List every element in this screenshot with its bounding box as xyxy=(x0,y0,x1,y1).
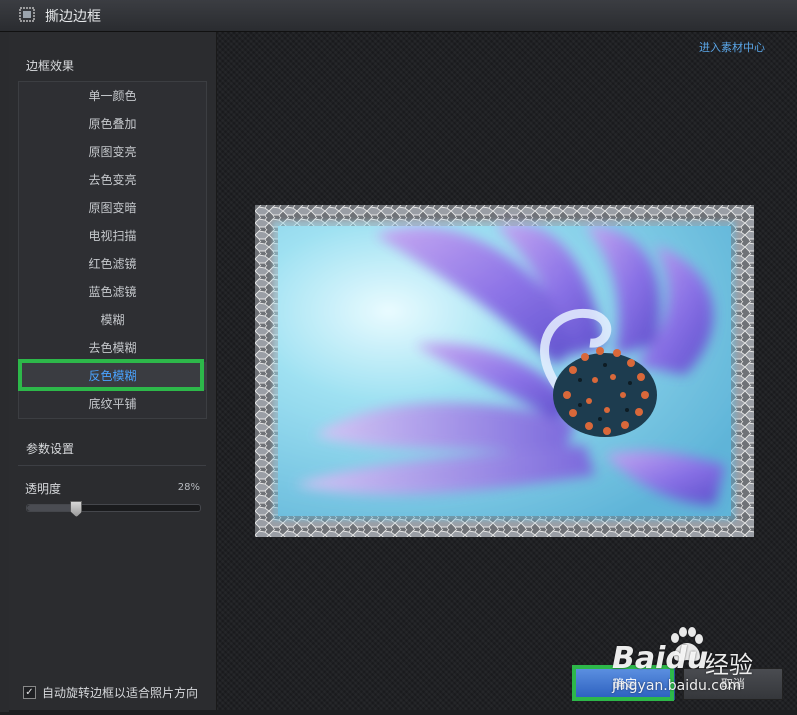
opacity-slider-thumb[interactable] xyxy=(70,501,83,517)
effect-item[interactable]: 红色滤镜 xyxy=(19,250,206,278)
auto-rotate-checkbox[interactable]: ✓ xyxy=(23,686,36,699)
material-center-link[interactable]: 进入素材中心 xyxy=(699,39,765,55)
opacity-slider-fill xyxy=(27,505,76,511)
effect-item[interactable]: 模糊 xyxy=(19,306,206,334)
opacity-label: 透明度 xyxy=(25,482,62,496)
frame-icon xyxy=(19,7,35,22)
opacity-slider[interactable] xyxy=(26,501,201,517)
auto-rotate-label: 自动旋转边框以适合照片方向 xyxy=(42,686,199,700)
effect-item[interactable]: 单一颜色 xyxy=(19,82,206,110)
cancel-button[interactable]: 取消 xyxy=(683,668,783,700)
effect-item[interactable]: 原色叠加 xyxy=(19,110,206,138)
left-panel: 边框效果 单一颜色 原色叠加 原图变亮 去色变亮 原图变暗 电视扫描 红色滤镜 … xyxy=(9,32,217,710)
effect-list: 单一颜色 原色叠加 原图变亮 去色变亮 原图变暗 电视扫描 红色滤镜 蓝色滤镜 … xyxy=(18,81,207,419)
effect-item[interactable]: 电视扫描 xyxy=(19,222,206,250)
effect-item[interactable]: 蓝色滤镜 xyxy=(19,278,206,306)
effect-item[interactable]: 去色模糊 xyxy=(19,334,206,362)
window-edge xyxy=(0,32,9,712)
effects-section-title: 边框效果 xyxy=(26,59,75,73)
effect-item[interactable]: 去色变亮 xyxy=(19,166,206,194)
window-title: 撕边边框 xyxy=(45,9,101,25)
effect-item[interactable]: 底纹平铺 xyxy=(19,390,206,418)
effect-item[interactable]: 原图变亮 xyxy=(19,138,206,166)
opacity-value: 28% xyxy=(177,482,200,493)
params-divider xyxy=(18,465,206,466)
effect-item-selected[interactable]: 反色模糊 xyxy=(19,362,206,390)
auto-rotate-option[interactable]: ✓ 自动旋转边框以适合照片方向 xyxy=(23,684,198,701)
title-bar: 撕边边框 xyxy=(0,0,797,32)
photo-preview xyxy=(255,205,754,537)
ok-button[interactable]: 确定 xyxy=(575,668,675,700)
preview-area: 进入素材中心 确定 取消 xyxy=(217,32,797,710)
params-section-title: 参数设置 xyxy=(26,442,75,456)
effect-item[interactable]: 原图变暗 xyxy=(19,194,206,222)
